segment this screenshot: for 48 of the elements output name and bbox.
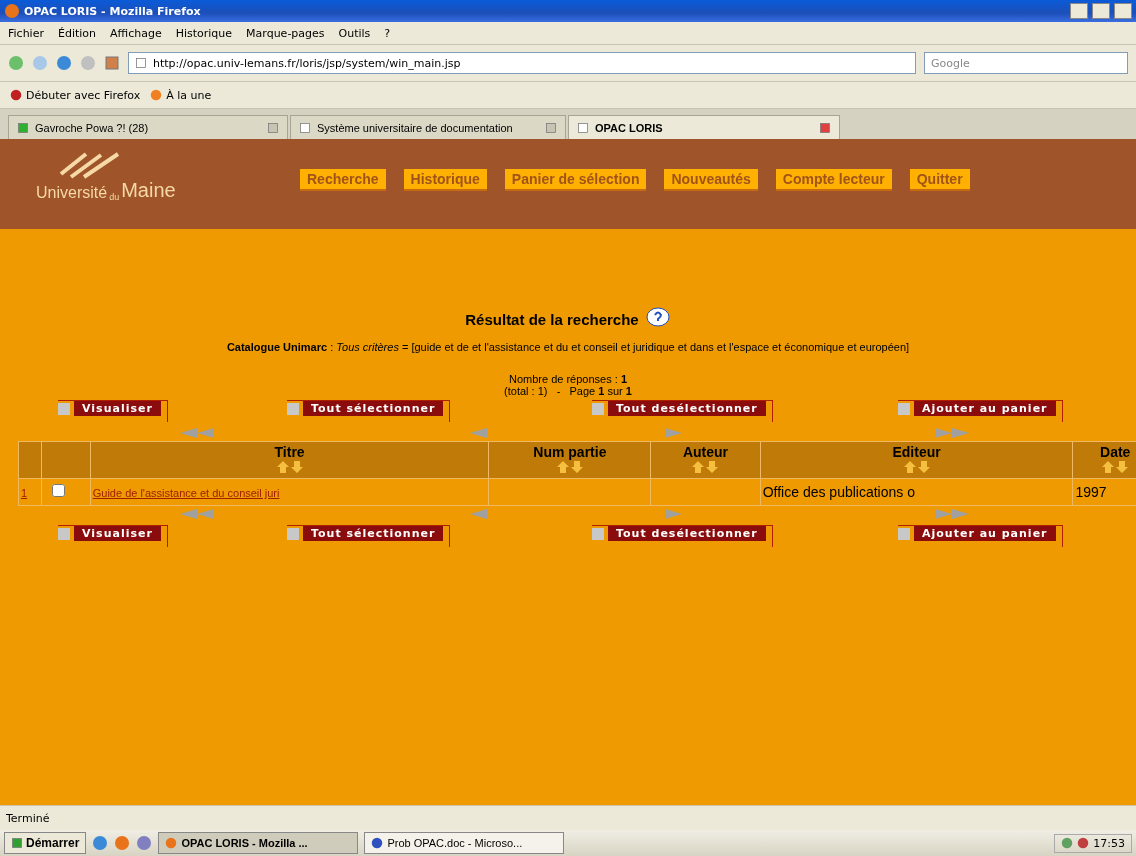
row-checkbox[interactable] xyxy=(51,484,65,497)
column-header: Editeur xyxy=(760,441,1073,479)
browser-tab[interactable]: Gavroche Powa ?! (28) xyxy=(8,115,288,139)
table-cell: Office des publications o xyxy=(760,478,1073,506)
sort-arrows-icon[interactable] xyxy=(692,461,719,473)
start-button[interactable]: Démarrer xyxy=(4,832,87,854)
column-header: Date xyxy=(1072,441,1136,479)
sort-arrows-icon[interactable] xyxy=(556,461,583,473)
menu-item[interactable]: Outils xyxy=(338,26,371,40)
menu-item[interactable]: Édition xyxy=(57,26,96,40)
url-text: http://opac.univ-lemans.fr/loris/jsp/system/win_main.jsp xyxy=(153,56,461,70)
results-title: Résultat de la recherche xyxy=(465,310,639,328)
row-number-link[interactable]: 1 xyxy=(21,487,28,499)
sort-arrows-icon[interactable] xyxy=(903,461,930,473)
search-criteria: Catalogue Unimarc : Tous critères = [guide et de et l'assistance et du et conseil et juridique et dans et l'espace et économique et européen] xyxy=(226,341,910,353)
title-link[interactable]: Guide de l'assistance et du conseil juri xyxy=(92,487,280,499)
browser-tab[interactable]: OPAC LORIS xyxy=(568,115,840,139)
taskbar-button[interactable]: Prob OPAC.doc - Microso... xyxy=(364,832,565,854)
column-header: Num partie xyxy=(488,441,651,479)
address-field[interactable]: http://opac.univ-lemans.fr/loris/jsp/system/win_main.jsp xyxy=(128,52,916,74)
menu-item[interactable]: ? xyxy=(384,26,391,40)
menu-item[interactable]: Affichage xyxy=(110,26,162,40)
bookmark-link[interactable]: Débuter avec Firefox xyxy=(10,88,141,102)
close-button[interactable] xyxy=(1114,3,1132,19)
bookmark-link[interactable]: À la une xyxy=(150,88,212,102)
maximize-button[interactable] xyxy=(1092,3,1110,19)
search-placeholder: Google xyxy=(931,56,970,70)
next-page-icon[interactable] xyxy=(665,428,683,438)
taskbar-button[interactable]: OPAC LORIS - Mozilla ... xyxy=(158,832,359,854)
clock: 17:53 xyxy=(1093,836,1125,850)
previous-page-icon[interactable] xyxy=(470,509,488,519)
first-page-icon[interactable] xyxy=(180,509,216,519)
sort-arrows-icon[interactable] xyxy=(276,461,303,473)
menu-item[interactable]: Historique xyxy=(175,26,233,40)
menu-item[interactable]: Fichier xyxy=(8,26,44,40)
browser-tab[interactable]: Système universitaire de documentation xyxy=(290,115,566,139)
search-field[interactable]: Google xyxy=(924,52,1128,74)
next-page-icon[interactable] xyxy=(665,509,683,519)
previous-page-icon[interactable] xyxy=(470,428,488,438)
result-count: Nombre de réponses : 1 xyxy=(509,373,627,385)
first-page-icon[interactable] xyxy=(180,428,216,438)
window-title: OPAC LORIS - Mozilla Firefox xyxy=(24,4,202,18)
minimize-button[interactable] xyxy=(1070,3,1088,19)
menu-item[interactable]: Marque-pages xyxy=(246,26,325,40)
column-header: Auteur xyxy=(650,441,761,479)
sort-arrows-icon[interactable] xyxy=(1102,461,1129,473)
page-info: (total : 1) - Page 1 sur 1 xyxy=(504,385,632,397)
column-header: Titre xyxy=(90,441,489,479)
